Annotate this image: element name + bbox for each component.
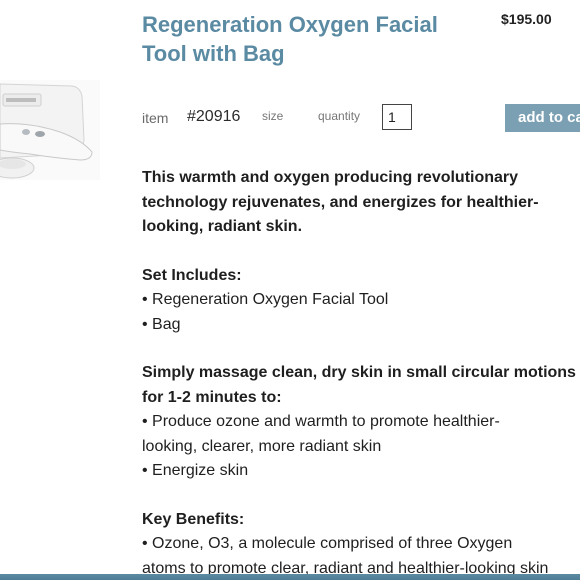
key-benefits-heading: Key Benefits: bbox=[142, 508, 580, 533]
size-label: size bbox=[262, 109, 283, 123]
quantity-label: quantity bbox=[318, 109, 360, 123]
usage-item: • Produce ozone and warmth to promote he… bbox=[142, 410, 580, 435]
intro-line: technology rejuvenates, and energizes fo… bbox=[142, 191, 580, 216]
item-label: item bbox=[142, 110, 168, 126]
usage-item: looking, clearer, more radiant skin bbox=[142, 435, 580, 460]
quantity-input[interactable] bbox=[382, 104, 412, 130]
facial-tool-image bbox=[0, 62, 100, 182]
title-line: Regeneration Oxygen Facial bbox=[142, 10, 482, 39]
benefit-item: • Ozone, O3, a molecule comprised of thr… bbox=[142, 532, 580, 557]
product-title: Regeneration Oxygen Facial Tool with Bag bbox=[142, 10, 482, 68]
usage-heading: Simply massage clean, dry skin in small … bbox=[142, 361, 580, 386]
product-description: This warmth and oxygen producing revolut… bbox=[142, 166, 580, 581]
footer-divider bbox=[0, 574, 580, 580]
usage-heading: for 1-2 minutes to: bbox=[142, 386, 580, 411]
product-image[interactable] bbox=[0, 62, 100, 182]
set-item: • Bag bbox=[142, 313, 580, 338]
usage-item: • Energize skin bbox=[142, 459, 580, 484]
item-number: #20916 bbox=[187, 108, 240, 126]
product-price: $195.00 bbox=[501, 11, 552, 27]
set-item: • Regeneration Oxygen Facial Tool bbox=[142, 288, 580, 313]
title-line: Tool with Bag bbox=[142, 39, 482, 68]
add-to-cart-button[interactable]: add to cart bbox=[505, 104, 580, 132]
intro-line: looking, radiant skin. bbox=[142, 215, 580, 240]
set-includes-heading: Set Includes: bbox=[142, 264, 580, 289]
intro-line: This warmth and oxygen producing revolut… bbox=[142, 166, 580, 191]
